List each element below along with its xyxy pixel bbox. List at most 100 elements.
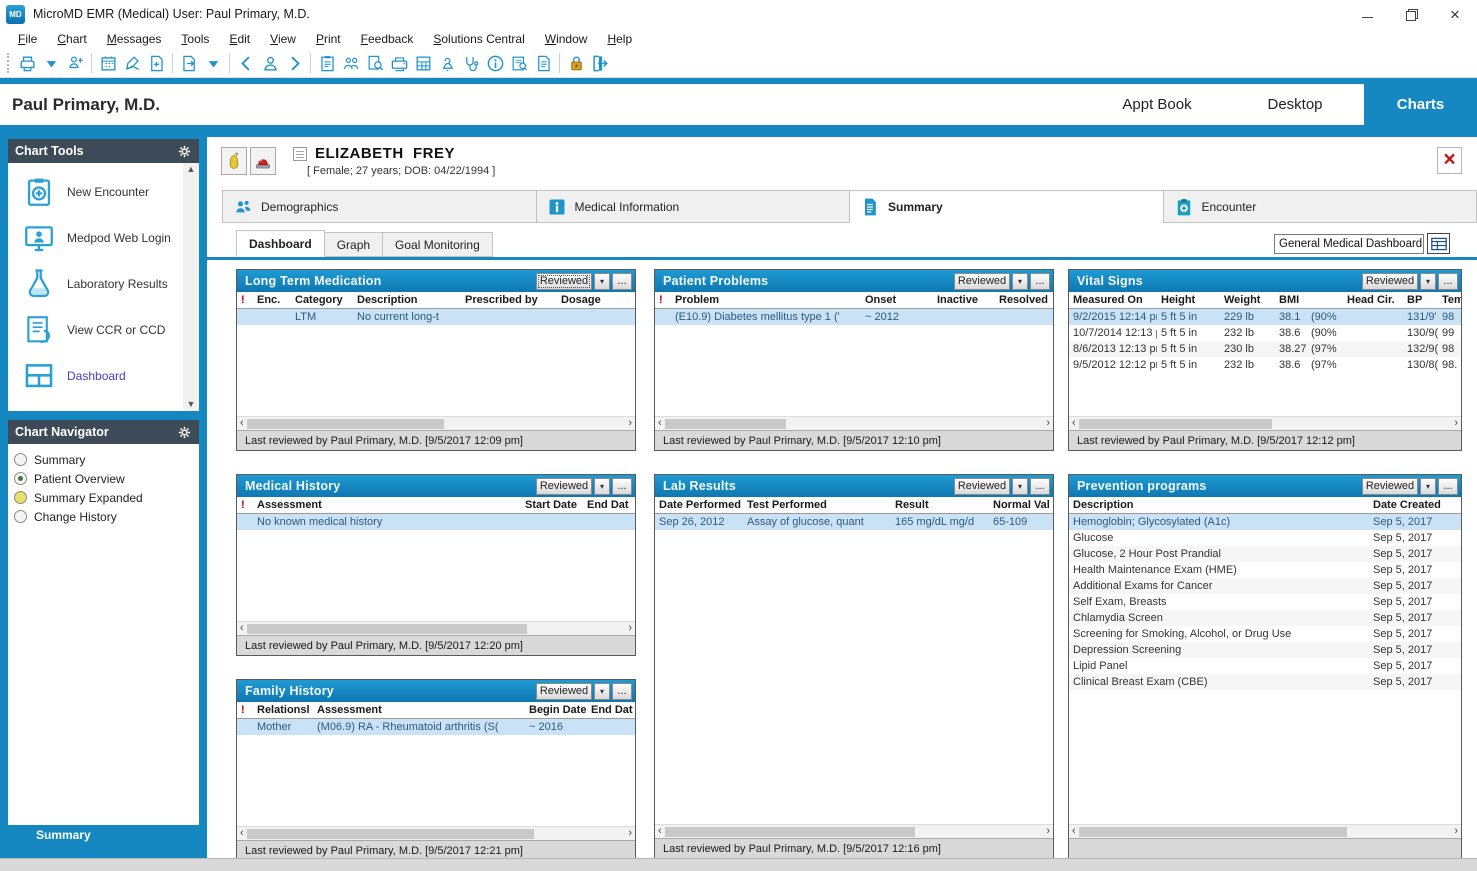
column-header[interactable]: Result xyxy=(891,499,989,511)
column-header[interactable]: Tem xyxy=(1438,294,1462,306)
dashboard-layout-button[interactable] xyxy=(1427,233,1450,254)
table-row[interactable]: Health Maintenance Exam (HME)Sep 5, 2017 xyxy=(1069,562,1461,578)
table-row[interactable]: Mother(M06.9) RA - Rheumatoid arthritis … xyxy=(237,719,635,735)
column-header[interactable]: Assessment xyxy=(253,499,521,511)
print-icon[interactable] xyxy=(15,51,39,75)
sidebar-item-view-ccr-ccd[interactable]: View CCR or CCD xyxy=(8,307,183,353)
reviewed-button[interactable]: Reviewed xyxy=(1362,273,1418,290)
reviewed-dropdown-icon[interactable]: ▾ xyxy=(594,273,610,290)
horizontal-scrollbar[interactable]: ‹› xyxy=(237,621,635,635)
reviewed-button[interactable]: Reviewed xyxy=(954,478,1010,495)
record-search-icon[interactable] xyxy=(363,51,387,75)
radio-summary-expanded[interactable]: Summary Expanded xyxy=(14,488,199,507)
fax-icon[interactable] xyxy=(387,51,411,75)
tab-charts[interactable]: Charts xyxy=(1364,84,1477,125)
sidebar-scrollbar[interactable]: ▲ ▼ xyxy=(183,163,199,411)
menu-item[interactable]: Help xyxy=(597,30,642,48)
sidebar-item-new-encounter[interactable]: New Encounter xyxy=(8,169,183,215)
sidebar-item-dashboard[interactable]: Dashboard xyxy=(8,353,183,399)
column-header[interactable]: Date Performed xyxy=(655,499,743,511)
more-options-button[interactable]: ... xyxy=(1438,478,1458,495)
radio-summary[interactable]: Summary xyxy=(14,450,199,469)
tab-encounter[interactable]: Encounter xyxy=(1163,190,1477,223)
sidebar-summary-tab[interactable]: Summary xyxy=(8,825,199,845)
document-export-icon[interactable] xyxy=(177,51,201,75)
more-options-button[interactable]: ... xyxy=(1030,273,1050,290)
table-row[interactable]: GlucoseSep 5, 2017 xyxy=(1069,530,1461,546)
tab-summary[interactable]: Summary xyxy=(849,190,1163,223)
menu-item[interactable]: View xyxy=(260,30,306,48)
bell-question-icon[interactable] xyxy=(435,51,459,75)
billing-grid-icon[interactable] xyxy=(411,51,435,75)
column-header[interactable]: ! xyxy=(655,294,671,306)
menu-item[interactable]: Feedback xyxy=(351,30,424,48)
subtab-dashboard[interactable]: Dashboard xyxy=(236,230,325,257)
more-options-button[interactable]: ... xyxy=(612,478,632,495)
subtab-goal-monitoring[interactable]: Goal Monitoring xyxy=(383,232,493,257)
column-header[interactable]: BP xyxy=(1403,294,1438,306)
scroll-up-icon[interactable]: ▲ xyxy=(187,165,196,174)
menu-item[interactable]: Print xyxy=(306,30,351,48)
column-header[interactable]: Measured On xyxy=(1069,294,1157,306)
calendar-icon[interactable] xyxy=(96,51,120,75)
previous-patient-icon[interactable] xyxy=(234,51,258,75)
close-button[interactable]: × xyxy=(1433,0,1477,28)
more-options-button[interactable]: ... xyxy=(612,683,632,700)
minimize-button[interactable] xyxy=(1345,0,1389,28)
gear-icon[interactable] xyxy=(177,144,192,159)
patient-group-icon[interactable] xyxy=(339,51,363,75)
column-header[interactable]: Onset xyxy=(861,294,933,306)
column-header[interactable]: Description xyxy=(353,294,461,306)
menu-item[interactable]: Messages xyxy=(97,30,172,48)
column-header[interactable]: Description xyxy=(1069,499,1369,511)
menu-item[interactable]: Tools xyxy=(171,30,219,48)
column-header[interactable]: Normal Val xyxy=(989,499,1051,511)
column-header[interactable]: Assessment xyxy=(313,704,525,716)
column-header[interactable]: ! xyxy=(237,499,253,511)
table-row[interactable]: Self Exam, BreastsSep 5, 2017 xyxy=(1069,594,1461,610)
information-icon[interactable] xyxy=(483,51,507,75)
dashboard-selector-input[interactable]: General Medical Dashboard xyxy=(1274,234,1424,254)
reviewed-button[interactable]: Reviewed xyxy=(536,478,592,495)
column-header[interactable]: Resolved xyxy=(995,294,1051,306)
menu-item[interactable]: File xyxy=(8,30,47,48)
reviewed-dropdown-icon[interactable]: ▾ xyxy=(594,478,610,495)
table-row[interactable]: Lipid PanelSep 5, 2017 xyxy=(1069,658,1461,674)
document-dropdown-icon[interactable] xyxy=(201,51,225,75)
table-row[interactable]: Sep 26, 2012Assay of glucose, quant165 m… xyxy=(655,514,1053,530)
security-lock-icon[interactable] xyxy=(564,51,588,75)
column-header[interactable]: ! xyxy=(237,704,253,716)
reviewed-dropdown-icon[interactable]: ▾ xyxy=(1012,478,1028,495)
table-row[interactable]: 9/2/2015 12:14 pr5 ft 5 in229 lb38.1(90%… xyxy=(1069,309,1461,325)
table-row[interactable]: Screening for Smoking, Alcohol, or Drug … xyxy=(1069,626,1461,642)
column-header[interactable]: Begin Date xyxy=(525,704,587,716)
toolbar-drag-handle[interactable] xyxy=(7,53,11,73)
menu-item[interactable]: Window xyxy=(535,30,598,48)
horizontal-scrollbar[interactable]: ‹› xyxy=(655,416,1053,430)
user-plug-icon[interactable] xyxy=(63,51,87,75)
chart-audit-icon[interactable] xyxy=(507,51,531,75)
radio-change-history[interactable]: Change History xyxy=(14,507,199,526)
patient-alert-button[interactable] xyxy=(250,147,276,175)
horizontal-scrollbar[interactable]: ‹› xyxy=(237,826,635,840)
more-options-button[interactable]: ... xyxy=(612,273,632,290)
patient-icon[interactable] xyxy=(258,51,282,75)
column-header[interactable]: Prescribed by xyxy=(461,294,557,306)
sidebar-item-medpod-web-login[interactable]: Medpod Web Login xyxy=(8,215,183,261)
reviewed-button[interactable]: Reviewed xyxy=(536,683,592,700)
radio-patient-overview[interactable]: Patient Overview xyxy=(14,469,199,488)
tab-appt-book[interactable]: Appt Book xyxy=(1088,84,1226,125)
table-row[interactable]: LTMNo current long-t xyxy=(237,309,635,325)
table-row[interactable]: (E10.9) Diabetes mellitus type 1 ('~ 201… xyxy=(655,309,1053,325)
table-row[interactable]: 9/5/2012 12:12 pr5 ft 5 in232 lb38.6(97%… xyxy=(1069,357,1461,373)
patient-note-button[interactable] xyxy=(221,147,247,175)
table-row[interactable]: No known medical history xyxy=(237,514,635,530)
reviewed-button[interactable]: Reviewed xyxy=(954,273,1010,290)
more-options-button[interactable]: ... xyxy=(1030,478,1050,495)
scroll-down-icon[interactable]: ▼ xyxy=(187,400,196,409)
table-row[interactable]: Hemoglobin; Glycosylated (A1c)Sep 5, 201… xyxy=(1069,514,1461,530)
column-header[interactable]: Test Performed xyxy=(743,499,891,511)
horizontal-scrollbar[interactable]: ‹› xyxy=(1069,824,1461,838)
tab-desktop[interactable]: Desktop xyxy=(1226,84,1364,125)
column-header[interactable]: Problem xyxy=(671,294,861,306)
